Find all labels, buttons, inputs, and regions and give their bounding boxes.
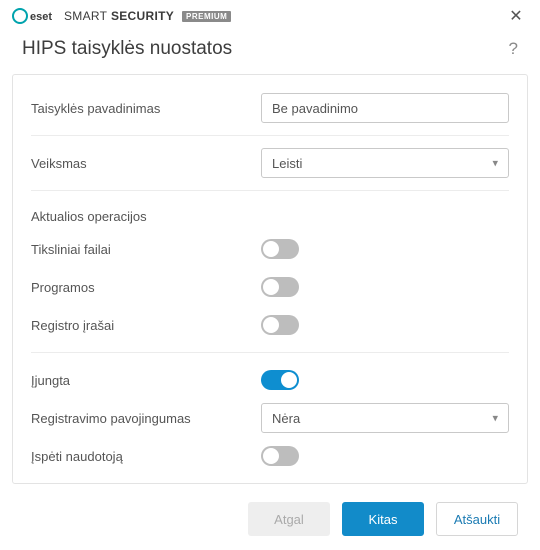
row-programs: Programos [31,268,509,306]
svg-text:eset: eset [30,11,52,23]
enabled-toggle[interactable] [261,370,299,390]
action-label: Veiksmas [31,156,261,171]
close-icon: ✕ [509,6,522,26]
row-target-files: Tiksliniai failai [31,230,509,268]
row-notify: Įspėti naudotoją [31,437,509,475]
notify-toggle[interactable] [261,446,299,466]
eset-logo-icon: eset [12,8,58,24]
row-registry: Registro įrašai [31,306,509,344]
premium-badge: PREMIUM [182,11,231,22]
rule-name-input[interactable] [261,93,509,123]
settings-panel: Taisyklės pavadinimas Veiksmas Leisti ▾ … [12,74,528,484]
notify-label: Įspėti naudotoją [31,449,261,464]
back-button: Atgal [248,502,330,536]
registry-toggle[interactable] [261,315,299,335]
row-enabled: Įjungta [31,361,509,399]
programs-toggle[interactable] [261,277,299,297]
rule-name-label: Taisyklės pavadinimas [31,101,261,116]
divider [31,190,509,191]
cancel-button[interactable]: Atšaukti [436,502,518,536]
registry-label: Registro įrašai [31,318,261,333]
enabled-label: Įjungta [31,373,261,388]
operations-section-title: Aktualios operacijos [31,199,509,230]
severity-select-value: Nėra [272,411,300,426]
page-title: HIPS taisyklės nuostatos [22,38,232,60]
action-select-value: Leisti [272,156,302,171]
divider [31,135,509,136]
row-severity: Registravimo pavojingumas Nėra ▾ [31,399,509,437]
help-button[interactable]: ? [509,39,518,59]
severity-label: Registravimo pavojingumas [31,411,261,426]
footer: Atgal Kitas Atšaukti [0,496,540,550]
row-action: Veiksmas Leisti ▾ [31,144,509,182]
chevron-down-icon: ▾ [492,412,498,425]
target-files-label: Tiksliniai failai [31,242,261,257]
programs-label: Programos [31,280,261,295]
brand-light: SMART [64,9,107,23]
brand-bold: SECURITY [111,9,174,23]
titlebar: eset SMART SECURITY PREMIUM ✕ [0,0,540,30]
header: HIPS taisyklės nuostatos ? [0,30,540,74]
divider [31,352,509,353]
target-files-toggle[interactable] [261,239,299,259]
row-rule-name: Taisyklės pavadinimas [31,89,509,127]
action-select[interactable]: Leisti ▾ [261,148,509,178]
close-button[interactable]: ✕ [504,4,528,28]
severity-select[interactable]: Nėra ▾ [261,403,509,433]
brand-text: SMART SECURITY [64,9,174,23]
next-button[interactable]: Kitas [342,502,424,536]
brand: eset SMART SECURITY PREMIUM [12,8,231,24]
help-icon: ? [509,39,518,58]
chevron-down-icon: ▾ [492,157,498,170]
